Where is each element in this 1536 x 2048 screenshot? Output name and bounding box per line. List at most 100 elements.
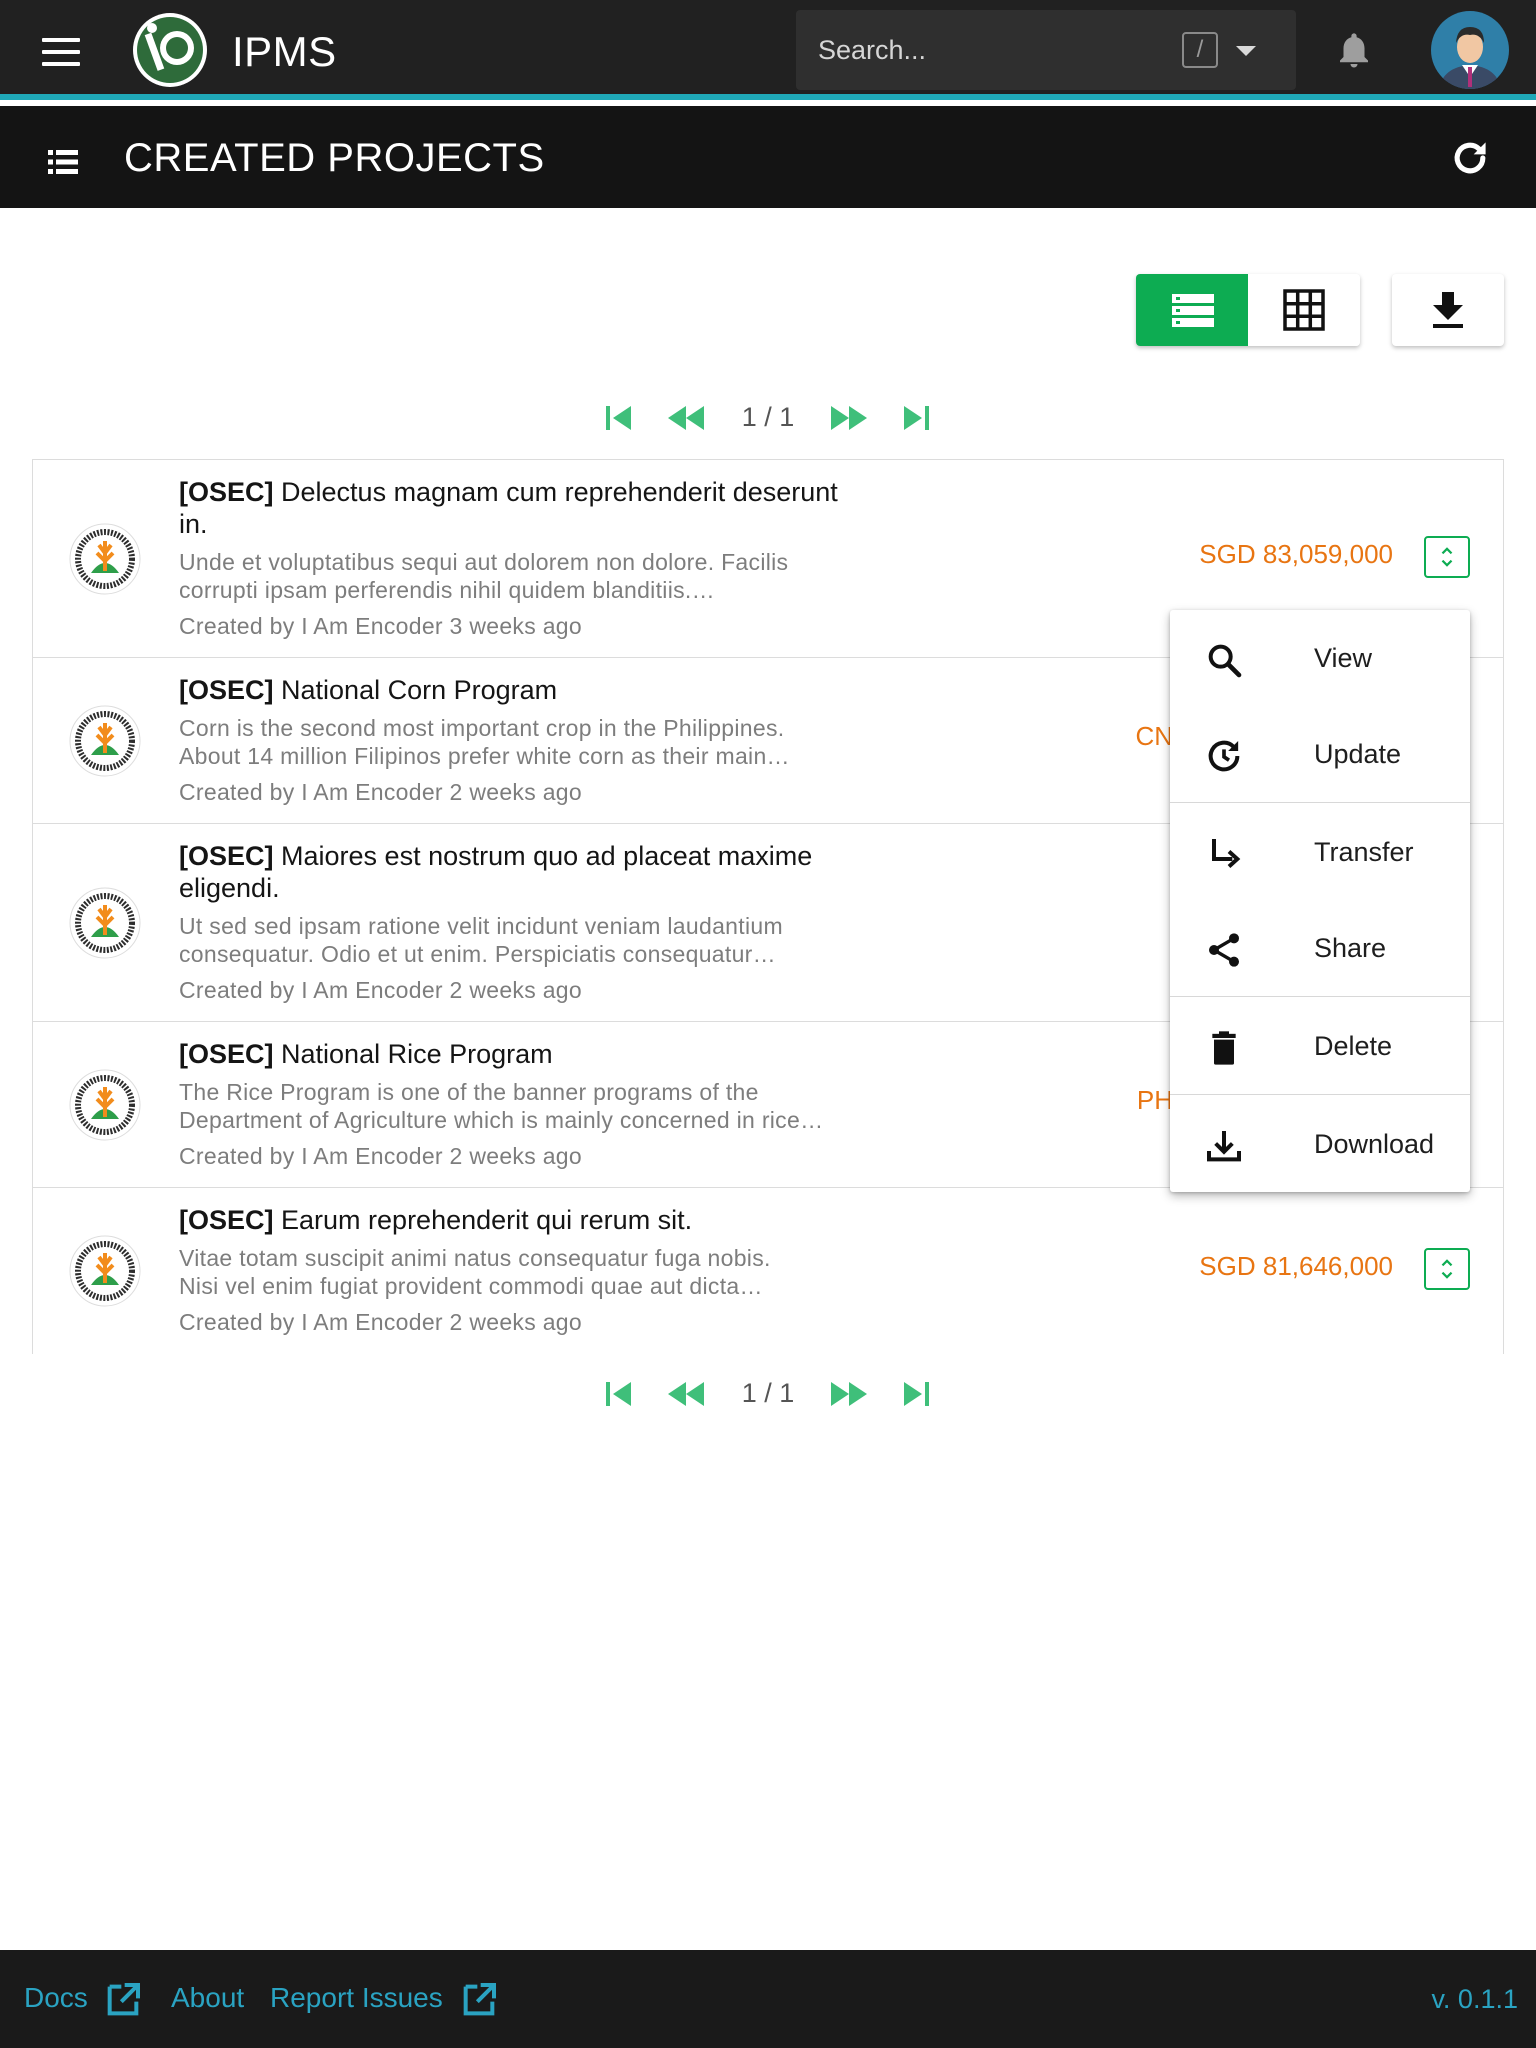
project-info: [OSEC] National Rice Program The Rice Pr…: [179, 1038, 899, 1170]
page-title: CREATED PROJECTS: [124, 136, 545, 180]
description-line: Unde et voluptatibus sequi aut dolorem n…: [179, 549, 789, 575]
project-title-text: National Corn Program: [281, 675, 558, 705]
transfer-icon: [1212, 839, 1241, 868]
created-by: Created by I Am Encoder 2 weeks ago: [179, 779, 582, 805]
project-title-text: Earum reprehenderit qui rerum sit.: [281, 1205, 693, 1235]
docs-link[interactable]: Docs: [24, 1982, 88, 2014]
export-button[interactable]: [1392, 274, 1504, 346]
project-description: Unde et voluptatibus sequi aut dolorem n…: [179, 548, 899, 604]
footer: Docs About Report Issues v. 0.1.1: [0, 1950, 1536, 2048]
created-by: Created by I Am Encoder 2 weeks ago: [179, 977, 582, 1003]
project-title-line2: in.: [179, 509, 208, 539]
search-shortcut-key: /: [1182, 32, 1218, 68]
project-title[interactable]: [OSEC] National Corn Program: [179, 674, 899, 706]
project-title[interactable]: [OSEC] Earum reprehenderit qui rerum sit…: [179, 1204, 899, 1236]
menu-divider: [1170, 802, 1470, 803]
update-icon: [1208, 740, 1240, 772]
menu-divider: [1170, 1094, 1470, 1095]
page-indicator: 1 / 1: [741, 402, 795, 432]
menu-item-view[interactable]: View: [1170, 610, 1470, 706]
external-link-icon[interactable]: [459, 1980, 499, 2020]
previous-page-icon[interactable]: [666, 398, 706, 438]
department-of-agriculture-logo: [69, 523, 141, 595]
download-icon: [1207, 1131, 1241, 1162]
project-description: The Rice Program is one of the banner pr…: [179, 1078, 899, 1134]
description-line: The Rice Program is one of the banner pr…: [179, 1079, 759, 1105]
project-description: Ut sed sed ipsam ratione velit incidunt …: [179, 912, 899, 968]
project-info: [OSEC] National Corn Program Corn is the…: [179, 674, 899, 806]
menu-item-transfer[interactable]: Transfer: [1170, 804, 1470, 900]
bell-icon[interactable]: [1333, 28, 1375, 72]
project-title-text: Maiores est nostrum quo ad placeat maxim…: [281, 841, 813, 871]
previous-page-icon[interactable]: [666, 1374, 706, 1414]
menu-item-label: Download: [1314, 1129, 1435, 1159]
last-page-icon[interactable]: [900, 398, 932, 438]
menu-item-label: View: [1314, 643, 1373, 673]
description-line: Vitae totam suscipit animi natus consequ…: [179, 1245, 771, 1271]
about-link[interactable]: About: [171, 1982, 244, 2014]
menu-item-download[interactable]: Download: [1170, 1096, 1470, 1192]
avatar[interactable]: [1431, 11, 1509, 89]
pagination-bottom: 1 / 1: [0, 1372, 1536, 1416]
project-title[interactable]: [OSEC] Maiores est nostrum quo ad placea…: [179, 840, 899, 904]
agency-tag: [OSEC]: [179, 477, 274, 507]
download-icon: [1433, 292, 1463, 328]
menu-item-share[interactable]: Share: [1170, 900, 1470, 996]
report-issues-link[interactable]: Report Issues: [270, 1982, 443, 2014]
project-info: [OSEC] Delectus magnam cum reprehenderit…: [179, 476, 899, 640]
menu-item-label: Update: [1314, 739, 1402, 769]
menu-item-label: Delete: [1314, 1031, 1393, 1061]
project-amount: PH: [1136, 1085, 1173, 1115]
agency-tag: [OSEC]: [179, 841, 274, 871]
project-title[interactable]: [OSEC] National Rice Program: [179, 1038, 899, 1070]
search-input[interactable]: [818, 26, 1158, 74]
project-title-line2: eligendi.: [179, 873, 280, 903]
row-menu-button[interactable]: [1424, 536, 1470, 578]
view-toggle: [1136, 274, 1360, 346]
department-of-agriculture-logo: [69, 1235, 141, 1307]
next-page-icon[interactable]: [829, 398, 869, 438]
description-line: corrupti ipsam perferendis nihil quidem …: [179, 577, 715, 603]
next-page-icon[interactable]: [829, 1374, 869, 1414]
list-view-icon: [1172, 294, 1214, 327]
description-line: Ut sed sed ipsam ratione velit incidunt …: [179, 913, 783, 939]
refresh-icon[interactable]: [1448, 136, 1492, 180]
first-page-icon[interactable]: [603, 398, 635, 438]
description-line: Corn is the second most important crop i…: [179, 715, 785, 741]
description-line: Department of Agriculture which is mainl…: [179, 1107, 824, 1133]
menu-divider: [1170, 996, 1470, 997]
list-item[interactable]: [OSEC] Earum reprehenderit qui rerum sit…: [33, 1188, 1503, 1354]
chevron-down-icon[interactable]: [1236, 46, 1256, 56]
department-of-agriculture-logo: [69, 1069, 141, 1141]
project-actions-menu: View Update Transfer Share Delete Downlo…: [1170, 610, 1470, 1192]
grid-view-icon: [1283, 289, 1325, 331]
department-of-agriculture-logo: [69, 887, 141, 959]
search-icon: [1208, 644, 1242, 678]
project-title[interactable]: [OSEC] Delectus magnam cum reprehenderit…: [179, 476, 899, 540]
grid-view-button[interactable]: [1248, 274, 1360, 346]
section-header: CREATED PROJECTS: [0, 106, 1536, 208]
page-indicator: 1 / 1: [741, 1378, 795, 1408]
external-link-icon[interactable]: [103, 1980, 143, 2020]
description-line: consequatur. Odio et ut enim. Perspiciat…: [179, 941, 776, 967]
created-by: Created by I Am Encoder 3 weeks ago: [179, 613, 582, 639]
agency-tag: [OSEC]: [179, 1205, 274, 1235]
project-amount: SGD 81,646,000: [1199, 1251, 1393, 1281]
menu-icon[interactable]: [42, 38, 80, 66]
last-page-icon[interactable]: [900, 1374, 932, 1414]
list-view-button[interactable]: [1136, 274, 1248, 346]
project-info: [OSEC] Earum reprehenderit qui rerum sit…: [179, 1204, 899, 1336]
first-page-icon[interactable]: [603, 1374, 635, 1414]
project-amount: CN: [1135, 721, 1173, 751]
search-box[interactable]: /: [796, 10, 1296, 90]
app-title: IPMS: [232, 28, 337, 75]
app-bar: IPMS /: [0, 0, 1536, 100]
app-version: v. 0.1.1: [1431, 1984, 1518, 2014]
project-info: [OSEC] Maiores est nostrum quo ad placea…: [179, 840, 899, 1004]
department-of-agriculture-logo: [69, 705, 141, 777]
menu-item-delete[interactable]: Delete: [1170, 998, 1470, 1094]
share-icon: [1209, 933, 1239, 967]
row-menu-button[interactable]: [1424, 1248, 1470, 1290]
created-by: Created by I Am Encoder 2 weeks ago: [179, 1143, 582, 1169]
menu-item-update[interactable]: Update: [1170, 706, 1470, 802]
